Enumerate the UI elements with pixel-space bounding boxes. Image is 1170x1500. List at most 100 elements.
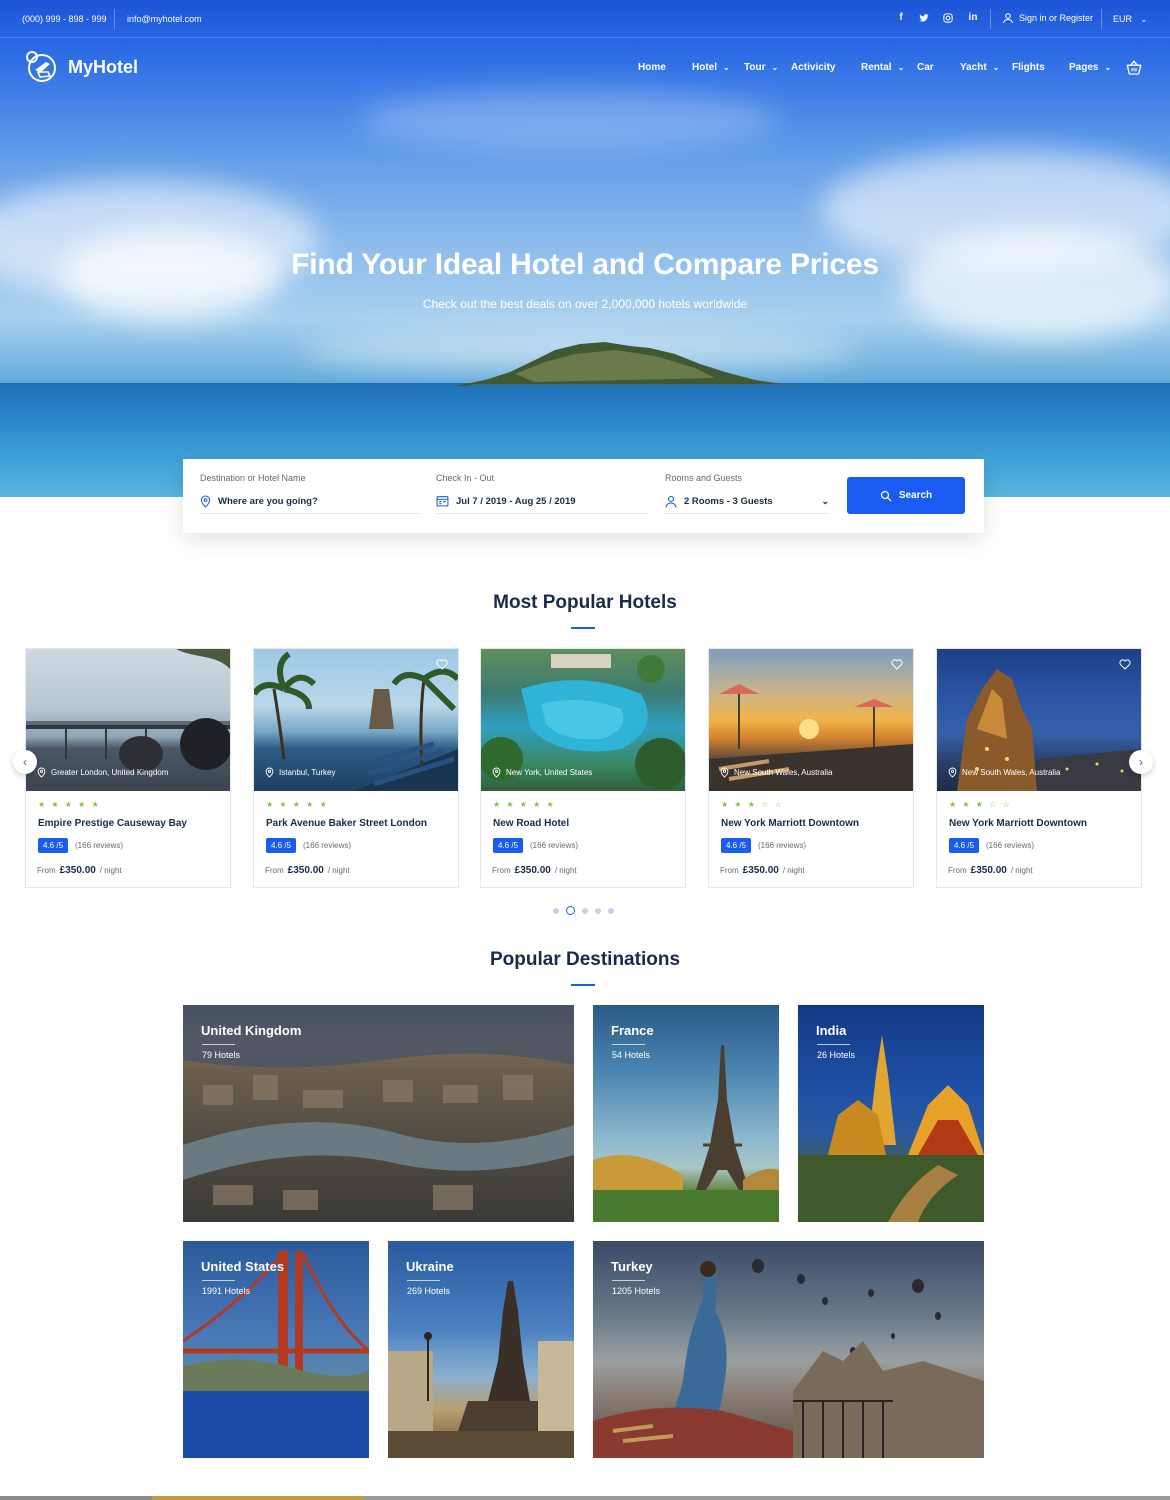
review-count: (166 reviews) [303, 841, 352, 850]
price-unit: / night [327, 866, 350, 875]
hotel-location: Istanbul, Turkey [265, 767, 335, 778]
location-pin-icon [720, 767, 729, 778]
guests-select[interactable]: 2 Rooms - 3 Guests [684, 496, 773, 507]
dates-field[interactable]: Check In - Out Jul 7 / 2019 - Aug 25 / 2… [436, 473, 649, 514]
hotel-location-label: New South Wales, Australia [962, 768, 1061, 777]
destination-card[interactable]: India 26 Hotels [798, 1005, 984, 1222]
facebook-icon[interactable]: f [894, 12, 908, 23]
carousel-dot-active[interactable] [566, 906, 575, 915]
nav-hotel[interactable]: Hotel ⌄ [692, 62, 730, 73]
user-icon [665, 495, 677, 508]
destination-input[interactable]: Where are you going? [218, 496, 318, 507]
star-rating: ★ ★ ★ ☆ ☆ [949, 800, 1012, 809]
guests-label: Rooms and Guests [665, 473, 743, 483]
destination-card[interactable]: Ukraine 269 Hotels [388, 1241, 574, 1458]
email-link[interactable]: info@myhotel.com [127, 14, 202, 24]
hotel-card[interactable]: New South Wales, Australia ★ ★ ★ ☆ ☆ New… [936, 648, 1142, 888]
destination-card[interactable]: Turkey 1205 Hotels [593, 1241, 984, 1458]
nav-flights[interactable]: Flights [1012, 62, 1045, 73]
chevron-right-icon: › [1139, 755, 1143, 769]
nav-rental[interactable]: Rental ⌄ [861, 62, 904, 73]
heart-icon[interactable] [891, 659, 903, 670]
hotel-image[interactable]: Istanbul, Turkey [254, 649, 458, 791]
hotel-image[interactable]: New York, United States [481, 649, 685, 791]
divider [202, 1280, 235, 1281]
hotel-image[interactable]: Greater London, United Kingdom [26, 649, 230, 791]
hotel-image[interactable]: New South Wales, Australia [709, 649, 913, 791]
review-rating: 4.6 /5 (166 reviews) [949, 838, 1034, 853]
carousel-dot[interactable] [595, 907, 601, 914]
destination-label: Destination or Hotel Name [200, 473, 306, 483]
destination-name: Ukraine [406, 1259, 454, 1274]
search-form: Destination or Hotel Name Where are you … [183, 459, 984, 533]
divider [612, 1044, 645, 1045]
nav-car[interactable]: Car [917, 62, 934, 73]
destination-count: 1991 Hotels [202, 1286, 251, 1296]
review-count: (166 reviews) [530, 841, 579, 850]
hotel-image[interactable]: New South Wales, Australia [937, 649, 1141, 791]
location-pin-icon [37, 767, 46, 778]
destination-card[interactable]: United Kingdom 79 Hotels [183, 1005, 574, 1222]
price-from-label: From [37, 866, 56, 875]
review-rating: 4.6 /5 (166 reviews) [493, 838, 578, 853]
destination-name: United Kingdom [201, 1023, 302, 1038]
hotel-name[interactable]: New Road Hotel [493, 818, 569, 829]
chevron-left-icon: ‹ [23, 755, 27, 769]
hotel-card[interactable]: Greater London, United Kingdom ★ ★ ★ ★ ★… [25, 648, 231, 888]
title-underline [571, 627, 595, 629]
hotel-location-label: Greater London, United Kingdom [51, 768, 169, 777]
carousel-next-button[interactable]: › [1129, 750, 1153, 774]
destination-card[interactable]: France 54 Hotels [593, 1005, 779, 1222]
destination-card[interactable]: United States 1991 Hotels [183, 1241, 369, 1458]
field-underline [436, 513, 649, 514]
instagram-icon[interactable] [941, 12, 955, 26]
price-value: £350.00 [742, 865, 779, 876]
rating-badge: 4.6 /5 [493, 838, 524, 853]
divider [202, 1044, 235, 1045]
chevron-down-icon[interactable]: ⌄ [821, 496, 829, 507]
linkedin-icon[interactable]: in [966, 12, 980, 23]
destination-name: Turkey [611, 1259, 653, 1274]
nav-yacht[interactable]: Yacht ⌄ [960, 62, 999, 73]
hotel-card[interactable]: New South Wales, Australia ★ ★ ★ ☆ ☆ New… [708, 648, 914, 888]
phone-number[interactable]: (000) 999 - 898 - 999 [22, 14, 107, 24]
review-count: (166 reviews) [758, 841, 807, 850]
nav-home[interactable]: Home [638, 62, 666, 73]
hotel-name[interactable]: Empire Prestige Causeway Bay [38, 818, 187, 829]
hotel-name[interactable]: New York Marriott Downtown [721, 818, 859, 829]
carousel-dot[interactable] [582, 907, 588, 914]
hotel-price: From £350.00 / night [720, 865, 805, 876]
carousel-dot[interactable] [553, 907, 559, 914]
destination-field[interactable]: Destination or Hotel Name Where are you … [200, 473, 419, 514]
divider [1101, 9, 1102, 29]
hotel-card[interactable]: New York, United States ★ ★ ★ ★ ★ New Ro… [480, 648, 686, 888]
price-unit: / night [554, 866, 577, 875]
cart-icon[interactable] [1126, 60, 1142, 76]
nav-tour[interactable]: Tour ⌄ [744, 62, 778, 73]
carousel-prev-button[interactable]: ‹ [13, 750, 37, 774]
hotel-card[interactable]: Istanbul, Turkey ★ ★ ★ ★ ★ Park Avenue B… [253, 648, 459, 888]
hotel-name[interactable]: Park Avenue Baker Street London [266, 818, 427, 829]
carousel-dot[interactable] [608, 907, 614, 914]
heart-icon[interactable] [1119, 659, 1131, 670]
destination-count: 269 Hotels [407, 1286, 451, 1296]
nav-activicity[interactable]: Activicity [791, 62, 835, 73]
guests-field[interactable]: Rooms and Guests 2 Rooms - 3 Guests ⌄ [665, 473, 829, 514]
currency-selector[interactable]: EUR ⌄ [1113, 14, 1147, 24]
chevron-down-icon: ⌄ [1104, 63, 1112, 72]
main-nav: Home Hotel ⌄ Tour ⌄ Activicity Rental ⌄ Car… [0, 62, 1170, 78]
twitter-icon[interactable] [917, 12, 931, 26]
location-pin-icon [492, 767, 501, 778]
rating-badge: 4.6 /5 [266, 838, 297, 853]
next-section-edge [0, 1496, 1170, 1500]
nav-pages[interactable]: Pages ⌄ [1069, 62, 1111, 73]
hotel-price: From £350.00 / night [948, 865, 1033, 876]
heart-icon[interactable] [436, 659, 448, 670]
signin-link[interactable]: Sign in or Register [1002, 12, 1093, 24]
destination-count: 1205 Hotels [612, 1286, 661, 1296]
search-button-label: Search [898, 490, 933, 501]
search-button[interactable]: Search [847, 477, 965, 514]
hotel-name[interactable]: New York Marriott Downtown [949, 818, 1087, 829]
section-title-destinations: Popular Destinations [489, 949, 681, 970]
dates-input[interactable]: Jul 7 / 2019 - Aug 25 / 2019 [456, 496, 576, 507]
